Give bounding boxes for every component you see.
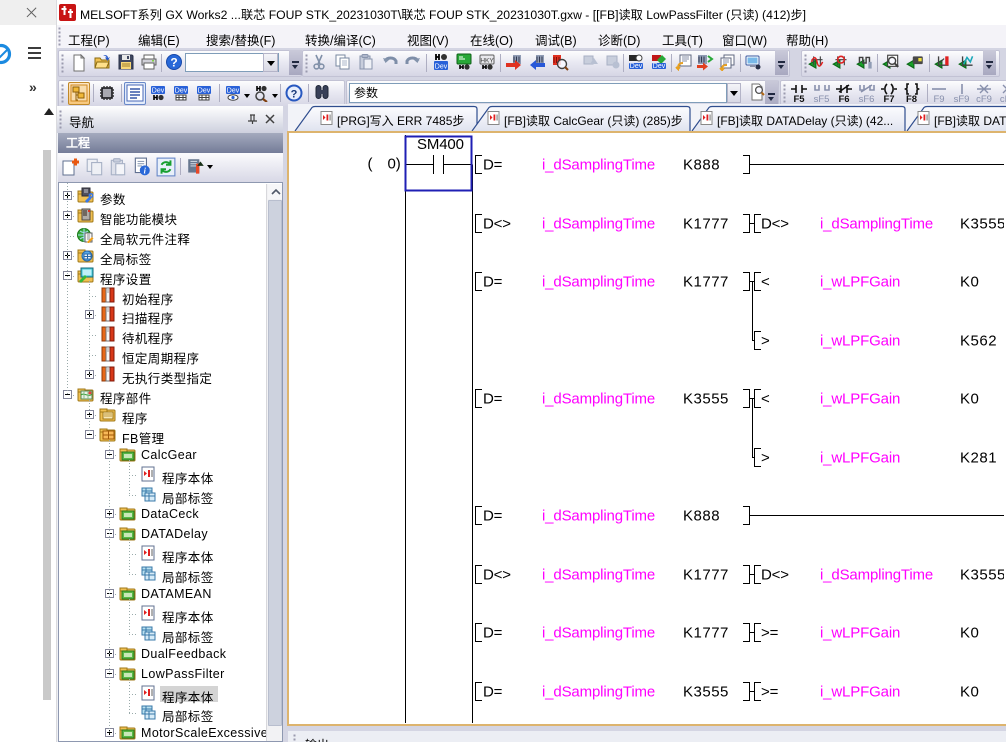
svg-text:>: >	[761, 333, 770, 350]
svg-text:D=: D=	[483, 157, 503, 174]
svg-text:Dev: Dev	[434, 64, 447, 71]
svg-text:K3555: K3555	[683, 391, 729, 408]
svg-text:i_wLPFGain: i_wLPFGain	[820, 625, 900, 642]
svg-text:i_wLPFGain: i_wLPFGain	[820, 274, 900, 291]
svg-text:K0: K0	[960, 391, 979, 408]
svg-text:D=: D=	[483, 625, 503, 642]
svg-text:K0: K0	[960, 274, 979, 291]
svg-text:i_dSamplingTime: i_dSamplingTime	[820, 567, 933, 584]
svg-text:K281: K281	[960, 450, 997, 467]
svg-text:K1777: K1777	[683, 216, 729, 233]
svg-text:i_dSamplingTime: i_dSamplingTime	[820, 216, 933, 233]
svg-text:0): 0)	[388, 155, 401, 172]
svg-text:HKY: HKY	[480, 58, 494, 65]
svg-text:i_wLPFGain: i_wLPFGain	[820, 333, 900, 350]
svg-text:i_dSamplingTime: i_dSamplingTime	[542, 157, 655, 174]
svg-text:i_dSamplingTime: i_dSamplingTime	[542, 508, 655, 525]
svg-text:?: ?	[170, 56, 177, 70]
svg-text:i_dSamplingTime: i_dSamplingTime	[542, 391, 655, 408]
svg-text:i_wLPFGain: i_wLPFGain	[820, 391, 900, 408]
svg-text:K888: K888	[683, 508, 720, 525]
svg-text:Dev: Dev	[652, 63, 665, 70]
svg-text:i_dSamplingTime: i_dSamplingTime	[542, 625, 655, 642]
svg-text:>: >	[761, 450, 770, 467]
svg-text:D<>: D<>	[761, 216, 789, 233]
svg-text:K0: K0	[960, 684, 979, 701]
svg-text:K3555: K3555	[960, 567, 1004, 584]
svg-text:Dev: Dev	[227, 88, 240, 95]
svg-text:>=: >=	[761, 625, 779, 642]
svg-text:SM400: SM400	[417, 136, 464, 153]
svg-text:>=: >=	[761, 684, 779, 701]
svg-text:Dev: Dev	[198, 88, 211, 95]
svg-text:D<>: D<>	[483, 567, 511, 584]
svg-text:Dev: Dev	[152, 88, 165, 95]
svg-text:K562: K562	[960, 333, 997, 350]
svg-text:D<>: D<>	[761, 567, 789, 584]
svg-text:(: (	[368, 155, 373, 172]
svg-text:D<>: D<>	[483, 216, 511, 233]
svg-text:K3555: K3555	[683, 684, 729, 701]
svg-text:Dev: Dev	[629, 63, 642, 70]
svg-text:Dev: Dev	[175, 88, 188, 95]
svg-text:i_wLPFGain: i_wLPFGain	[820, 450, 900, 467]
svg-text:D=: D=	[483, 274, 503, 291]
svg-text:K1777: K1777	[683, 567, 729, 584]
svg-text:K1777: K1777	[683, 274, 729, 291]
svg-text:i_dSamplingTime: i_dSamplingTime	[542, 216, 655, 233]
svg-text:K888: K888	[683, 157, 720, 174]
svg-text:K3555: K3555	[960, 216, 1004, 233]
svg-text:K0: K0	[960, 625, 979, 642]
svg-text:D=: D=	[483, 391, 503, 408]
svg-text:i_dSamplingTime: i_dSamplingTime	[542, 567, 655, 584]
svg-text:K1777: K1777	[683, 625, 729, 642]
svg-text:i_dSamplingTime: i_dSamplingTime	[542, 274, 655, 291]
svg-text:i_dSamplingTime: i_dSamplingTime	[542, 684, 655, 701]
svg-text:i_wLPFGain: i_wLPFGain	[820, 684, 900, 701]
svg-text:D=: D=	[483, 684, 503, 701]
svg-text:<: <	[761, 391, 770, 408]
svg-text:<: <	[761, 274, 770, 291]
svg-text:?: ?	[291, 89, 298, 101]
svg-text:D=: D=	[483, 508, 503, 525]
